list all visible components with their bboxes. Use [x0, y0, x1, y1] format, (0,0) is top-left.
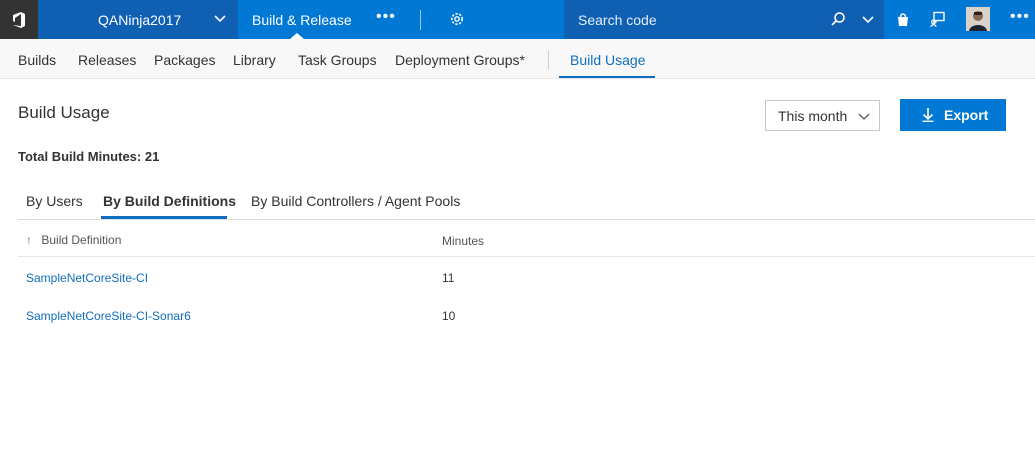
tab-by-build-definitions[interactable]: By Build Definitions	[103, 193, 236, 209]
build-definition-link[interactable]: SampleNetCoreSite-CI-Sonar6	[26, 309, 191, 323]
column-header-label: Build Definition	[41, 233, 122, 247]
gear-icon[interactable]	[449, 11, 465, 27]
table-row: SampleNetCoreSite-CI-Sonar6 10	[18, 296, 1035, 334]
minutes-value: 11	[442, 271, 455, 285]
top-navigation-bar: QANinja2017 Build & Release ••• Search c…	[0, 0, 1035, 39]
download-icon	[922, 108, 934, 122]
project-selector[interactable]: QANinja2017	[38, 0, 238, 39]
total-build-minutes: Total Build Minutes: 21	[18, 149, 160, 164]
chevron-down-icon	[858, 113, 870, 120]
hub-build-release[interactable]: Build & Release	[252, 12, 352, 28]
more-hubs-button[interactable]: •••	[376, 8, 396, 26]
subnav-item-deployment-groups[interactable]: Deployment Groups*	[395, 52, 525, 68]
column-header-build-definition[interactable]: ↑ Build Definition	[26, 233, 121, 247]
column-header-minutes[interactable]: Minutes	[442, 234, 484, 248]
search-icon[interactable]	[830, 11, 846, 27]
export-button[interactable]: Export	[900, 99, 1006, 131]
search-box	[564, 0, 884, 39]
period-selected-value: This month	[778, 108, 848, 124]
page-title: Build Usage	[18, 103, 110, 122]
chevron-down-icon	[214, 15, 226, 23]
search-options-chevron-icon[interactable]	[862, 15, 874, 25]
subnav-item-build-usage[interactable]: Build Usage	[570, 52, 646, 68]
vsts-logo-icon[interactable]	[0, 0, 38, 39]
subnav-item-packages[interactable]: Packages	[154, 52, 215, 68]
subnav-item-library[interactable]: Library	[233, 52, 276, 68]
build-release-subnav: Builds Releases Packages Library Task Gr…	[0, 39, 1035, 79]
minutes-value: 10	[442, 309, 456, 323]
period-dropdown[interactable]: This month	[765, 100, 880, 131]
hub-area: Build & Release •••	[238, 0, 564, 39]
subnav-item-task-groups[interactable]: Task Groups	[298, 52, 377, 68]
table-row: SampleNetCoreSite-CI 11	[18, 258, 1035, 296]
export-label: Export	[944, 107, 989, 123]
more-actions-button[interactable]: •••	[1010, 8, 1030, 26]
marketplace-bag-icon[interactable]	[895, 11, 911, 27]
sort-ascending-icon: ↑	[26, 233, 32, 247]
project-name: QANinja2017	[98, 11, 182, 28]
active-subnav-underline	[559, 76, 655, 78]
search-code-input[interactable]	[578, 9, 818, 31]
tab-by-build-controllers-agent-pools[interactable]: By Build Controllers / Agent Pools	[251, 193, 460, 209]
build-definition-link[interactable]: SampleNetCoreSite-CI	[26, 271, 148, 285]
user-toolbar: •••	[884, 0, 1035, 39]
subnav-divider	[548, 51, 549, 69]
subnav-item-builds[interactable]: Builds	[18, 52, 56, 68]
divider	[420, 10, 421, 30]
subnav-item-releases[interactable]: Releases	[78, 52, 136, 68]
tab-by-users[interactable]: By Users	[26, 193, 83, 209]
user-avatar[interactable]	[966, 7, 990, 31]
grid-header: ↑ Build Definition Minutes	[18, 220, 1035, 257]
feedback-icon[interactable]	[930, 11, 946, 27]
